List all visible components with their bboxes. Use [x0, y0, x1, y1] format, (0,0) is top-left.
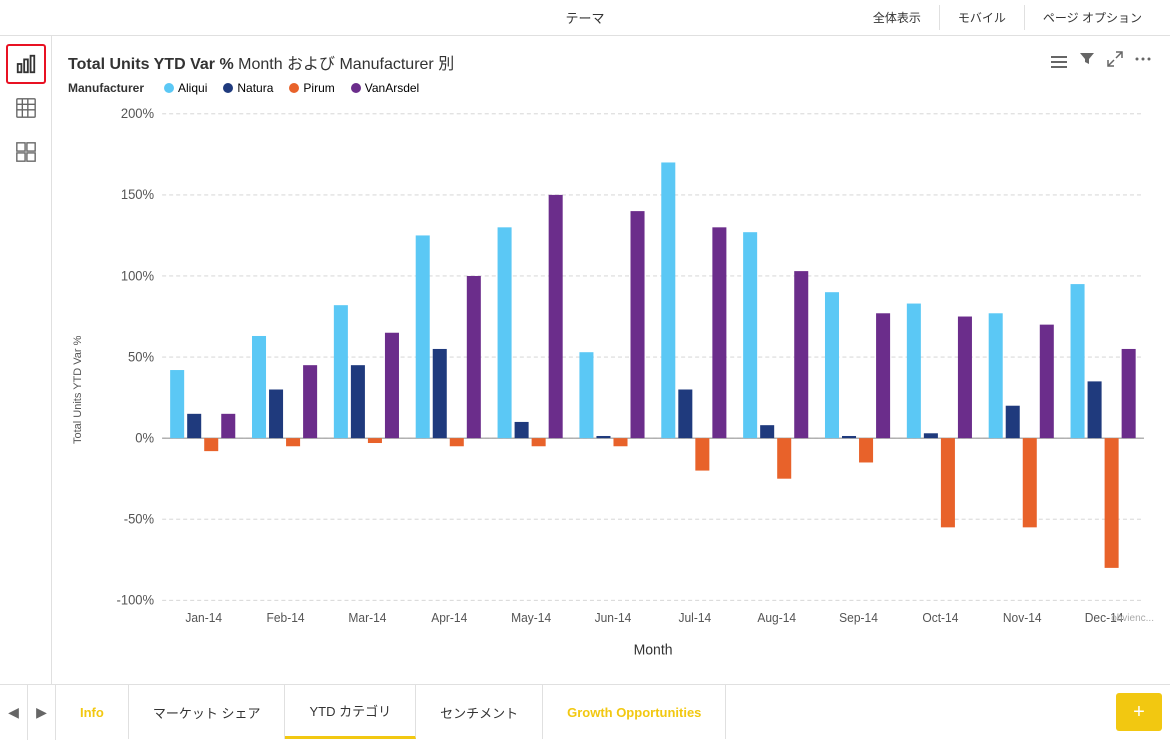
sidebar-table[interactable]: [6, 88, 46, 128]
legend-vanarsdel: VanArsdel: [351, 81, 419, 95]
tab-ytd-category[interactable]: YTD カテゴリ: [285, 685, 416, 739]
bar-group-jun14: Jun-14: [579, 211, 644, 625]
attribution: obvienc...: [1111, 613, 1154, 624]
legend-pirum: Pirum: [289, 81, 334, 95]
bottom-tabs: ◀ ▶ Info マーケット シェア YTD カテゴリ センチメント Growt…: [0, 684, 1170, 739]
legend-natura-dot: [223, 83, 233, 93]
tab-growth-opportunities[interactable]: Growth Opportunities: [543, 685, 726, 739]
chart-title-rest: Month および Manufacturer 別: [234, 56, 455, 73]
bar-group-mar14: Mar-14: [334, 305, 399, 625]
svg-text:-50%: -50%: [124, 511, 154, 527]
svg-text:Feb-14: Feb-14: [267, 611, 305, 626]
svg-text:May-14: May-14: [511, 611, 551, 626]
svg-text:Mar-14: Mar-14: [348, 611, 386, 626]
chart-legend: Manufacturer Aliqui Natura Pirum VanArsd…: [68, 81, 1154, 95]
legend-aliqui-label: Aliqui: [178, 81, 207, 95]
bar-group-sep14: Sep-14: [825, 292, 890, 625]
bar-group-dec14: Dec-14: [1071, 284, 1136, 625]
hamburger-icon[interactable]: [1048, 53, 1070, 71]
chart-controls: [1048, 48, 1154, 75]
legend-pirum-dot: [289, 83, 299, 93]
svg-text:Jan-14: Jan-14: [185, 611, 222, 626]
tab-info-label: Info: [80, 705, 104, 720]
svg-text:100%: 100%: [121, 268, 154, 284]
bar-group-apr14: Apr-14: [416, 235, 481, 625]
chart-title: Total Units YTD Var % Month および Manufact…: [68, 50, 454, 74]
sidebar: [0, 36, 52, 684]
chart-svg-wrapper: Total Units YTD Var % .grid-line { strok…: [68, 103, 1154, 676]
legend-aliqui: Aliqui: [164, 81, 207, 95]
svg-text:Nov-14: Nov-14: [1003, 611, 1042, 626]
top-toolbar: テーマ 全体表示 モバイル ページ オプション: [0, 0, 1170, 36]
main-area: Total Units YTD Var % Month および Manufact…: [0, 36, 1170, 684]
y-axis-label: Total Units YTD Var %: [68, 103, 88, 676]
sidebar-bar-chart[interactable]: [6, 44, 46, 84]
svg-text:0%: 0%: [135, 430, 154, 446]
add-tab-button[interactable]: +: [1116, 693, 1162, 731]
bar-group-jan14: Jan-14: [170, 370, 235, 625]
chart-header: Total Units YTD Var % Month および Manufact…: [68, 48, 1154, 75]
legend-vanarsdel-label: VanArsdel: [365, 81, 419, 95]
toolbar-center-label: テーマ: [565, 8, 604, 27]
chart-container: Total Units YTD Var % Month および Manufact…: [52, 36, 1170, 684]
svg-text:Aug-14: Aug-14: [757, 611, 796, 626]
tab-ytd-category-label: YTD カテゴリ: [309, 701, 391, 720]
svg-text:200%: 200%: [121, 106, 154, 122]
tab-market-share[interactable]: マーケット シェア: [129, 685, 286, 739]
tab-sentiment[interactable]: センチメント: [416, 685, 543, 739]
toolbar-right-buttons: 全体表示 モバイル ページ オプション: [855, 5, 1160, 30]
bar-group-may14: May-14: [498, 195, 563, 625]
svg-text:-100%: -100%: [117, 592, 155, 608]
svg-text:Jul-14: Jul-14: [678, 611, 711, 626]
page-options-btn[interactable]: ページ オプション: [1024, 5, 1160, 30]
svg-text:50%: 50%: [128, 349, 154, 365]
tab-info[interactable]: Info: [56, 685, 129, 739]
tab-growth-opportunities-label: Growth Opportunities: [567, 705, 701, 720]
tab-nav-next[interactable]: ▶: [28, 685, 56, 740]
svg-text:Oct-14: Oct-14: [922, 611, 958, 626]
sidebar-matrix[interactable]: [6, 132, 46, 172]
legend-aliqui-dot: [164, 83, 174, 93]
svg-text:Apr-14: Apr-14: [431, 611, 467, 626]
svg-text:150%: 150%: [121, 187, 154, 203]
expand-icon[interactable]: [1104, 48, 1126, 75]
tab-nav-prev[interactable]: ◀: [0, 685, 28, 740]
svg-text:Jun-14: Jun-14: [595, 611, 632, 626]
bar-group-feb14: Feb-14: [252, 336, 317, 625]
chart-plot: .grid-line { stroke: #d0d0d0; stroke-das…: [92, 103, 1154, 676]
chart-svg: .grid-line { stroke: #d0d0d0; stroke-das…: [92, 103, 1154, 676]
tab-market-share-label: マーケット シェア: [153, 703, 261, 722]
legend-vanarsdel-dot: [351, 83, 361, 93]
bar-group-jul14: Jul-14: [661, 162, 726, 625]
bar-group-oct14: Oct-14: [907, 304, 972, 626]
tabs-list: Info マーケット シェア YTD カテゴリ センチメント Growth Op…: [56, 685, 1108, 739]
bar-group-aug14: Aug-14: [743, 232, 808, 625]
more-options-icon[interactable]: [1132, 48, 1154, 75]
svg-text:Sep-14: Sep-14: [839, 611, 878, 626]
mobile-btn[interactable]: モバイル: [939, 5, 1024, 30]
tab-sentiment-label: センチメント: [440, 703, 518, 722]
chart-title-strong: Total Units YTD Var %: [68, 56, 234, 73]
legend-pirum-label: Pirum: [303, 81, 334, 95]
legend-label: Manufacturer: [68, 81, 144, 95]
filter-icon[interactable]: [1076, 48, 1098, 75]
legend-natura-label: Natura: [237, 81, 273, 95]
legend-natura: Natura: [223, 81, 273, 95]
svg-text:Month: Month: [634, 642, 673, 659]
full-view-btn[interactable]: 全体表示: [855, 5, 939, 30]
bar-group-nov14: Nov-14: [989, 313, 1054, 625]
